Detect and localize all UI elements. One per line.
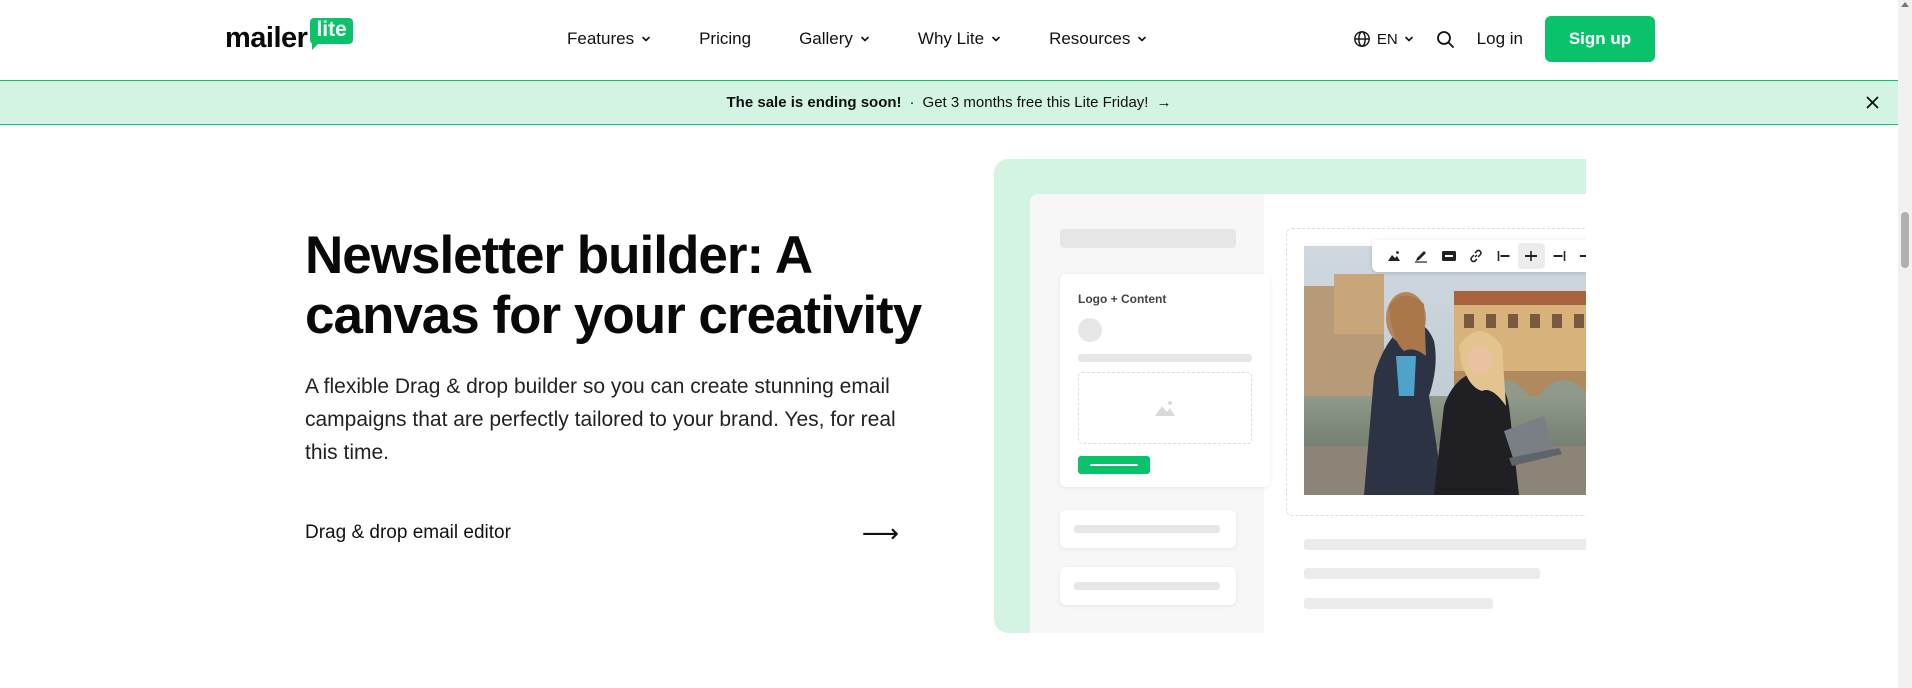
chevron-down-icon	[1138, 36, 1147, 42]
scrollbar-thumb[interactable]	[1901, 212, 1909, 268]
nav-gallery[interactable]: Gallery	[799, 29, 870, 49]
edit-icon[interactable]	[1408, 243, 1436, 269]
placeholder-line	[1304, 568, 1540, 579]
banner-text: Get 3 months free this Lite Friday!	[922, 94, 1149, 111]
nav-features-label: Features	[567, 29, 635, 48]
promo-banner[interactable]: The sale is ending soon! · Get 3 months …	[0, 80, 1898, 125]
align-left-icon[interactable]	[1490, 243, 1518, 269]
chevron-down-icon	[992, 36, 1000, 42]
language-selector[interactable]: EN	[1353, 30, 1420, 48]
placeholder-line	[1078, 354, 1252, 362]
alt-text-icon[interactable]	[1435, 243, 1463, 269]
drag-drop-editor-link[interactable]: Drag & drop email editor ⟶	[305, 516, 899, 550]
search-icon	[1436, 30, 1454, 48]
image-placeholder	[1078, 372, 1252, 444]
collapsed-block-card	[1060, 567, 1236, 605]
language-label: EN	[1376, 30, 1398, 48]
chevron-down-icon	[1404, 36, 1413, 42]
content-block-card: Logo + Content	[1060, 274, 1270, 487]
blocks-sidebar: Logo + Content	[1030, 194, 1270, 633]
full-width-icon[interactable]	[1573, 243, 1586, 269]
placeholder-line	[1304, 598, 1493, 609]
hero-description: A flexible Drag & drop builder so you ca…	[305, 375, 896, 464]
logo-badge: lite	[310, 17, 353, 51]
placeholder-line	[1304, 539, 1586, 550]
main-nav: Features Pricing Gallery Why Lite Resour…	[567, 0, 1195, 78]
avatar-placeholder	[1078, 318, 1102, 342]
arrow-right-icon: ⟶	[861, 518, 899, 548]
nav-why-lite[interactable]: Why Lite	[918, 29, 1001, 49]
login-link[interactable]: Log in	[1477, 29, 1523, 49]
hero-title: Newsletter builder: A canvas for your cr…	[305, 226, 922, 345]
block-label: Logo + Content	[1078, 292, 1167, 306]
image-icon[interactable]	[1380, 243, 1408, 269]
nav-resources-label: Resources	[1049, 29, 1131, 48]
logo-wordmark: mailer	[225, 22, 308, 54]
align-right-icon[interactable]	[1545, 243, 1573, 269]
photo-image	[1304, 246, 1586, 495]
nav-pricing-label: Pricing	[699, 29, 752, 48]
nav-why-lite-label: Why Lite	[917, 29, 985, 48]
page-scrollbar[interactable]	[1898, 0, 1912, 688]
collapsed-block-card	[1060, 510, 1236, 548]
close-icon	[1866, 96, 1878, 108]
image-icon	[1155, 401, 1175, 416]
newsletter-photo	[1304, 246, 1586, 495]
link-icon[interactable]	[1463, 243, 1491, 269]
mailerlite-logo[interactable]: mailer lite	[225, 17, 353, 57]
editor-mockup: Logo + Content	[1030, 194, 1586, 633]
signup-button[interactable]: Sign up	[1545, 16, 1655, 62]
arrow-right-icon: →	[1156, 94, 1172, 111]
placeholder-line	[1074, 525, 1220, 533]
align-center-icon[interactable]	[1517, 243, 1545, 269]
chevron-down-icon	[642, 36, 650, 42]
globe-icon	[1353, 31, 1370, 47]
scroll-up-arrow-icon[interactable]	[1901, 2, 1909, 7]
image-toolbar	[1372, 240, 1586, 272]
chevron-down-icon	[861, 36, 869, 42]
editor-illustration: Logo + Content	[994, 159, 1586, 633]
nav-gallery-label: Gallery	[799, 29, 853, 48]
banner-separator: ·	[909, 94, 915, 111]
nav-pricing[interactable]: Pricing	[699, 29, 751, 49]
search-button[interactable]	[1436, 30, 1455, 49]
button-placeholder	[1078, 456, 1150, 474]
placeholder-line	[1074, 582, 1220, 590]
placeholder-bar	[1060, 229, 1236, 248]
header-actions: EN Log in Sign up	[1353, 16, 1655, 62]
site-header: mailer lite Features Pricing Gallery Why…	[0, 0, 1898, 80]
banner-close-button[interactable]	[1862, 92, 1882, 112]
banner-bold-text: The sale is ending soon!	[726, 94, 902, 111]
nav-resources[interactable]: Resources	[1049, 29, 1147, 49]
nav-features[interactable]: Features	[567, 29, 651, 49]
cta-label: Drag & drop email editor	[305, 522, 511, 543]
